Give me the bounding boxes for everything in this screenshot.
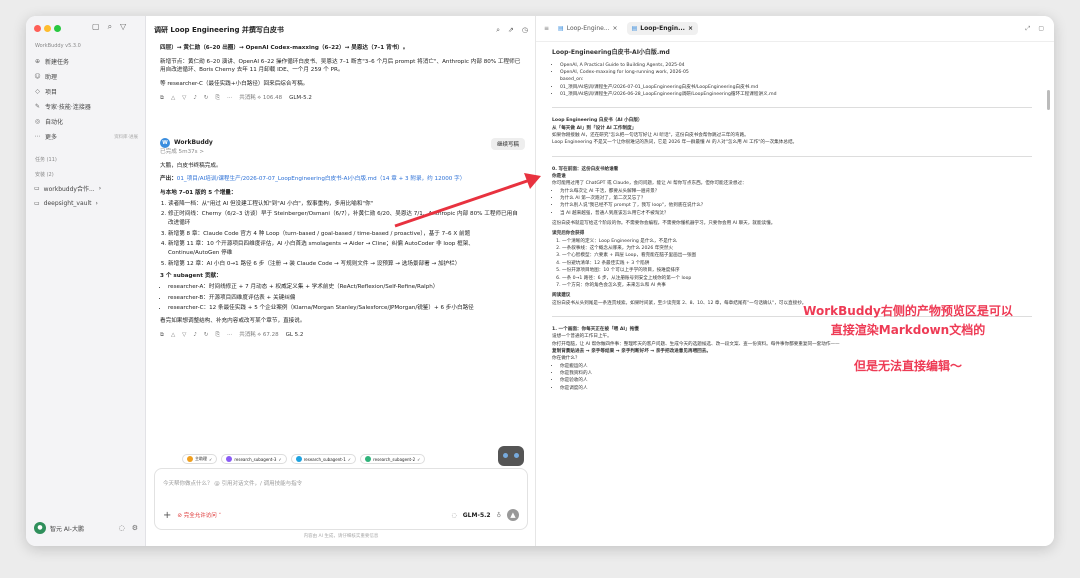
annotation-arrow [394, 173, 541, 228]
annotation-text: WorkBuddy右侧的产物预览区是可以 直接渲染Markdown文档的 但是无… [803, 304, 1013, 374]
arrow-line [394, 178, 531, 228]
